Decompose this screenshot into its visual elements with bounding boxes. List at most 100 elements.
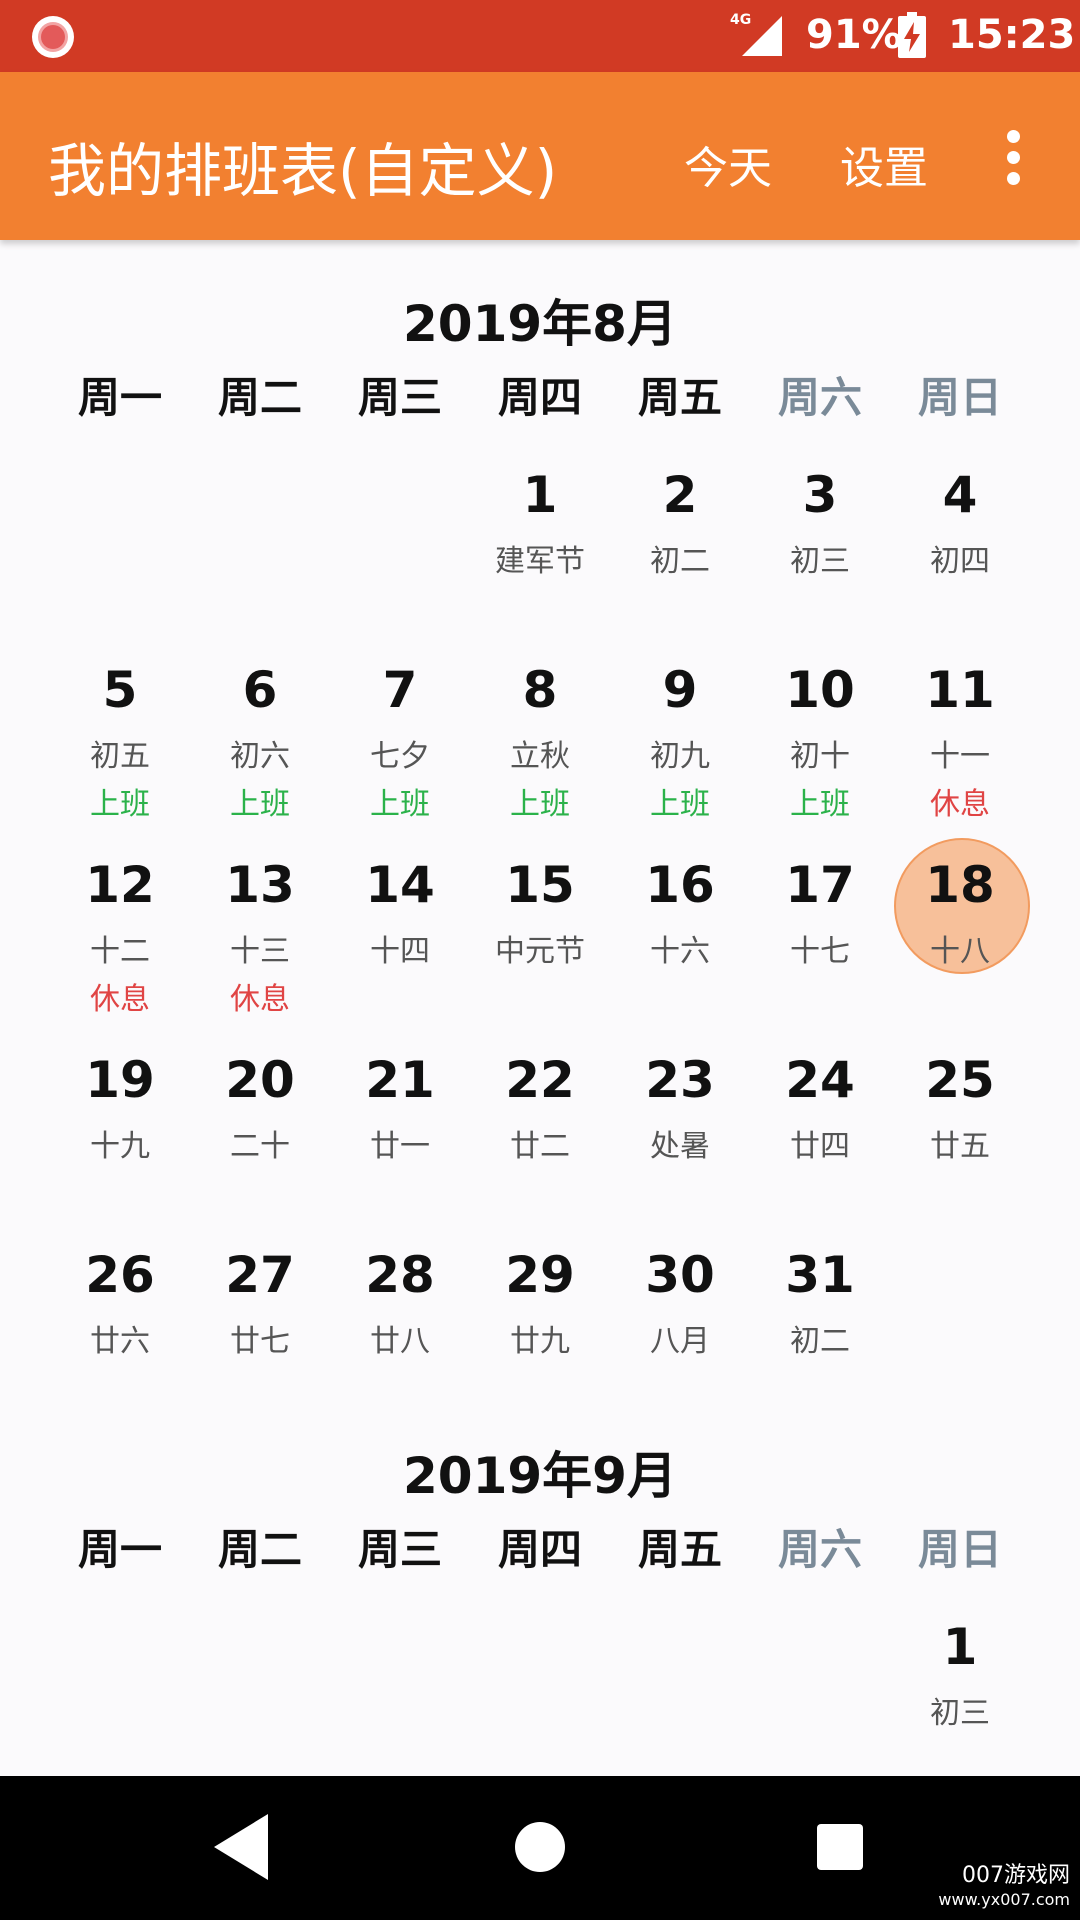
day-cell-empty <box>470 1600 610 1795</box>
day-cell[interactable]: 25 廿五 <box>890 1033 1030 1228</box>
weekday-label-weekend: 周六 <box>777 1525 862 1574</box>
day-cell[interactable]: 13 十三 休息 <box>190 838 330 1033</box>
recents-icon[interactable] <box>817 1824 863 1870</box>
day-number: 26 <box>85 1246 155 1304</box>
day-cell[interactable]: 8 立秋 上班 <box>470 643 610 838</box>
day-cell[interactable]: 28 廿八 <box>330 1228 470 1423</box>
day-cell[interactable]: 31 初二 <box>750 1228 890 1423</box>
lunar-date: 十九 <box>90 1129 150 1164</box>
day-number: 7 <box>382 661 418 719</box>
day-number: 1 <box>942 1618 978 1676</box>
weekday-label: 周二 <box>217 373 302 422</box>
shift-work-label: 上班 <box>510 787 570 822</box>
lunar-date: 初九 <box>650 739 710 774</box>
network-type: 4G <box>730 12 751 28</box>
overflow-dot <box>1007 151 1020 164</box>
lunar-date: 廿八 <box>370 1324 430 1359</box>
day-number: 21 <box>365 1051 435 1109</box>
day-number: 5 <box>102 661 138 719</box>
day-number: 17 <box>785 856 855 914</box>
day-cell[interactable]: 1 建军节 <box>470 448 610 643</box>
lunar-date: 十六 <box>650 934 710 969</box>
day-cell[interactable]: 6 初六 上班 <box>190 643 330 838</box>
lunar-date: 廿四 <box>790 1129 850 1164</box>
home-icon[interactable] <box>515 1822 565 1872</box>
day-number: 27 <box>225 1246 295 1304</box>
lunar-date: 七夕 <box>370 739 430 774</box>
weekday-label: 周四 <box>497 373 582 422</box>
app-bar: 我的排班表(自定义) 今天 设置 <box>0 72 1080 240</box>
day-cell[interactable]: 27 廿七 <box>190 1228 330 1423</box>
lunar-date: 十三 <box>230 934 290 969</box>
day-number: 20 <box>225 1051 295 1109</box>
day-number: 25 <box>925 1051 995 1109</box>
lunar-date: 建军节 <box>495 544 585 579</box>
day-cell-empty <box>190 1600 330 1795</box>
day-number: 10 <box>785 661 855 719</box>
watermark: 007游戏网 www.yx007.com <box>938 1864 1070 1912</box>
day-cell[interactable]: 12 十二 休息 <box>50 838 190 1033</box>
month-grid-september: 1 初三 <box>50 1600 1030 1795</box>
shift-rest-label: 休息 <box>230 982 290 1017</box>
signal-icon: 4G <box>730 12 782 56</box>
lunar-date: 十七 <box>790 934 850 969</box>
weekday-label: 周二 <box>217 1525 302 1574</box>
day-cell[interactable]: 29 廿九 <box>470 1228 610 1423</box>
day-cell[interactable]: 26 廿六 <box>50 1228 190 1423</box>
lunar-date: 十八 <box>930 934 990 969</box>
day-cell[interactable]: 7 七夕 上班 <box>330 643 470 838</box>
day-cell[interactable]: 17 十七 <box>750 838 890 1033</box>
day-cell[interactable]: 19 十九 <box>50 1033 190 1228</box>
watermark-sub: www.yx007.com <box>938 1890 1070 1909</box>
shift-work-label: 上班 <box>790 787 850 822</box>
day-cell[interactable]: 10 初十 上班 <box>750 643 890 838</box>
day-cell[interactable]: 5 初五 上班 <box>50 643 190 838</box>
day-cell[interactable]: 21 廿一 <box>330 1033 470 1228</box>
day-number: 1 <box>522 466 558 524</box>
day-cell[interactable]: 15 中元节 <box>470 838 610 1033</box>
weekday-label: 周三 <box>357 1525 442 1574</box>
day-cell[interactable]: 9 初九 上班 <box>610 643 750 838</box>
day-number: 2 <box>662 466 698 524</box>
today-button[interactable]: 今天 <box>684 132 772 196</box>
battery-percent: 91% <box>806 12 902 58</box>
day-cell-empty <box>330 1600 470 1795</box>
day-cell-today[interactable]: 18 十八 <box>890 838 1030 1033</box>
day-cell[interactable]: 1 初三 <box>890 1600 1030 1795</box>
status-bar: 4G 91% 15:23 <box>0 0 1080 72</box>
day-cell[interactable]: 23 处暑 <box>610 1033 750 1228</box>
day-cell[interactable]: 11 十一 休息 <box>890 643 1030 838</box>
lunar-date: 廿七 <box>230 1324 290 1359</box>
day-cell[interactable]: 14 十四 <box>330 838 470 1033</box>
lunar-date: 廿六 <box>90 1324 150 1359</box>
day-cell-empty <box>330 448 470 643</box>
weekday-label: 周五 <box>637 373 722 422</box>
lunar-date: 廿一 <box>370 1129 430 1164</box>
more-vert-icon[interactable] <box>1000 130 1028 185</box>
back-icon[interactable] <box>214 1814 270 1880</box>
lunar-date: 十四 <box>370 934 430 969</box>
day-number: 18 <box>925 856 995 914</box>
month-grid-august: 1 建军节 2 初二 3 初三 4 初四 5 初五 上班 6 初六 上班 7 七夕 上班 8 立秋 上班 9 初九 上班 10… <box>50 448 1030 1423</box>
day-number: 9 <box>662 661 698 719</box>
day-cell[interactable]: 22 廿二 <box>470 1033 610 1228</box>
nav-bar: 007游戏网 www.yx007.com <box>0 1776 1080 1920</box>
weekday-label-weekend: 周日 <box>917 373 1002 422</box>
day-cell[interactable]: 4 初四 <box>890 448 1030 643</box>
overflow-dot <box>1007 172 1020 185</box>
app-title: 我的排班表(自定义) <box>48 137 558 205</box>
lunar-date: 中元节 <box>495 934 585 969</box>
day-cell[interactable]: 20 二十 <box>190 1033 330 1228</box>
day-cell[interactable]: 24 廿四 <box>750 1033 890 1228</box>
day-number: 4 <box>942 466 978 524</box>
day-cell[interactable]: 30 八月 <box>610 1228 750 1423</box>
day-cell[interactable]: 3 初三 <box>750 448 890 643</box>
settings-button[interactable]: 设置 <box>840 132 928 196</box>
day-cell[interactable]: 16 十六 <box>610 838 750 1033</box>
lunar-date: 初三 <box>790 544 850 579</box>
day-cell-empty <box>50 448 190 643</box>
day-cell[interactable]: 2 初二 <box>610 448 750 643</box>
lunar-date: 八月 <box>650 1324 710 1359</box>
lunar-date: 立秋 <box>510 739 570 774</box>
day-number: 29 <box>505 1246 575 1304</box>
